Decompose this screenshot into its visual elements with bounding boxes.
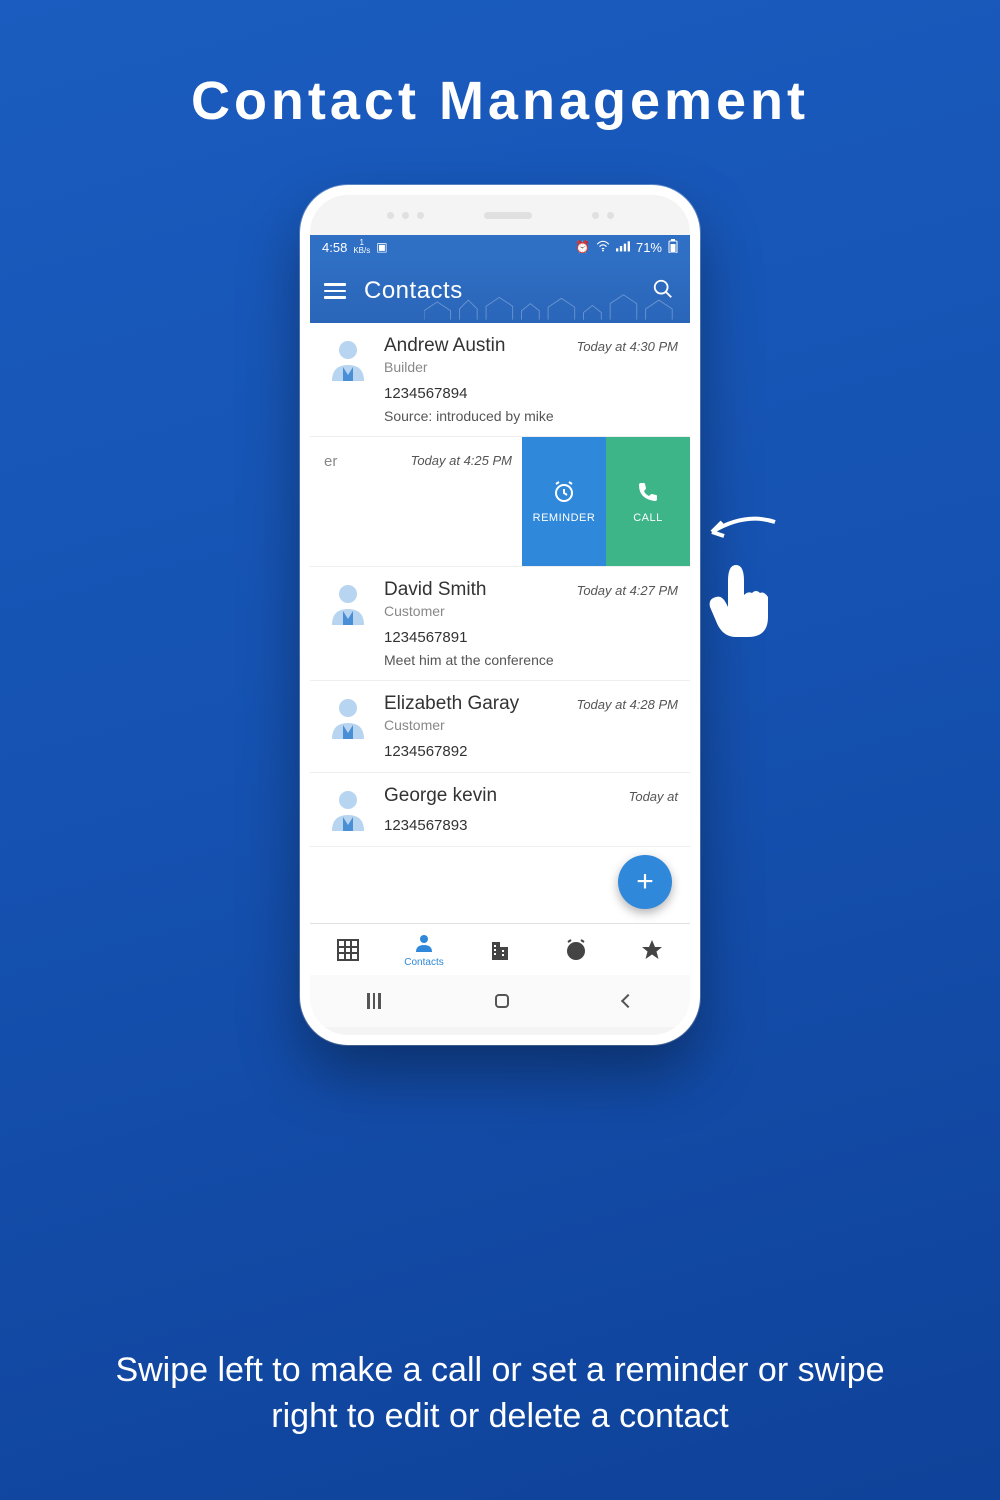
tab-star[interactable] <box>614 924 690 975</box>
avatar-icon <box>324 579 372 627</box>
tab-buildings[interactable] <box>462 924 538 975</box>
swipe-arrow-icon <box>700 510 780 551</box>
nav-recent-icon[interactable] <box>367 993 381 1009</box>
contacts-list[interactable]: Andrew Austin Today at 4:30 PM Builder 1… <box>310 323 690 847</box>
avatar-icon <box>324 693 372 741</box>
tab-contacts-label: Contacts <box>404 957 443 968</box>
page-subtitle: Swipe left to make a call or set a remin… <box>0 1348 1000 1440</box>
reminder-button[interactable]: REMINDER <box>522 437 606 566</box>
contact-name: Elizabeth Garay <box>384 693 519 715</box>
bottom-tabs: Contacts <box>310 923 690 975</box>
contact-row[interactable]: George kevin Today at 1234567893 <box>310 773 690 847</box>
contact-role: Customer <box>384 603 678 619</box>
contact-name: David Smith <box>384 579 486 601</box>
contact-phone: 1234567892 <box>384 743 678 760</box>
phone-frame: 4:58 1KB/s ▣ ⏰ 71% <box>300 185 700 1045</box>
phone-sensors <box>310 195 690 235</box>
alarm-icon: ⏰ <box>575 240 590 254</box>
contact-row-swiped[interactable]: er Today at 4:25 PM REMINDER CALL <box>310 437 690 567</box>
contact-time: Today at <box>629 789 678 804</box>
contact-phone: 1234567894 <box>384 385 678 402</box>
tab-grid[interactable] <box>310 924 386 975</box>
signal-icon <box>616 240 630 255</box>
app-bar: Contacts <box>310 259 690 323</box>
contact-note: Meet him at the conference <box>384 652 678 668</box>
call-label: CALL <box>633 512 663 524</box>
reminder-label: REMINDER <box>533 512 596 524</box>
contact-role: Builder <box>384 359 678 375</box>
battery-text: 71% <box>636 240 662 255</box>
call-button[interactable]: CALL <box>606 437 690 566</box>
add-contact-button[interactable]: + <box>618 855 672 909</box>
contact-row[interactable]: David Smith Today at 4:27 PM Customer 12… <box>310 567 690 681</box>
contact-name: Andrew Austin <box>384 335 505 357</box>
tab-clock[interactable] <box>538 924 614 975</box>
page-title: Contact Management <box>0 0 1000 132</box>
menu-icon[interactable] <box>324 283 346 299</box>
wifi-icon <box>596 240 610 255</box>
status-bar: 4:58 1KB/s ▣ ⏰ 71% <box>310 235 690 259</box>
status-time: 4:58 <box>322 240 347 255</box>
nav-home-icon[interactable] <box>495 994 509 1008</box>
contact-time: Today at 4:27 PM <box>577 583 678 598</box>
battery-icon <box>668 239 678 256</box>
contact-row[interactable]: Elizabeth Garay Today at 4:28 PM Custome… <box>310 681 690 773</box>
contact-time: Today at 4:28 PM <box>577 697 678 712</box>
contact-note: Source: introduced by mike <box>384 408 678 424</box>
search-icon[interactable] <box>652 278 674 305</box>
nav-back-icon[interactable] <box>623 996 633 1006</box>
contact-row[interactable]: Andrew Austin Today at 4:30 PM Builder 1… <box>310 323 690 437</box>
contact-time: Today at 4:25 PM <box>411 453 512 468</box>
contact-name: George kevin <box>384 785 497 807</box>
swipe-hint <box>700 510 780 646</box>
contact-phone: 1234567893 <box>384 817 678 834</box>
skyline-decoration <box>424 293 690 323</box>
contact-name-fragment: er <box>324 453 337 470</box>
network-rate-icon: 1KB/s <box>353 239 370 255</box>
contact-role: Customer <box>384 717 678 733</box>
contact-time: Today at 4:30 PM <box>577 339 678 354</box>
swipe-hand-icon <box>700 551 780 646</box>
avatar-icon <box>324 335 372 383</box>
android-nav-bar <box>310 975 690 1027</box>
contact-phone: 1234567891 <box>384 629 678 646</box>
picture-icon: ▣ <box>376 240 387 254</box>
tab-contacts[interactable]: Contacts <box>386 924 462 975</box>
avatar-icon <box>324 785 372 833</box>
screen: 4:58 1KB/s ▣ ⏰ 71% <box>310 235 690 975</box>
